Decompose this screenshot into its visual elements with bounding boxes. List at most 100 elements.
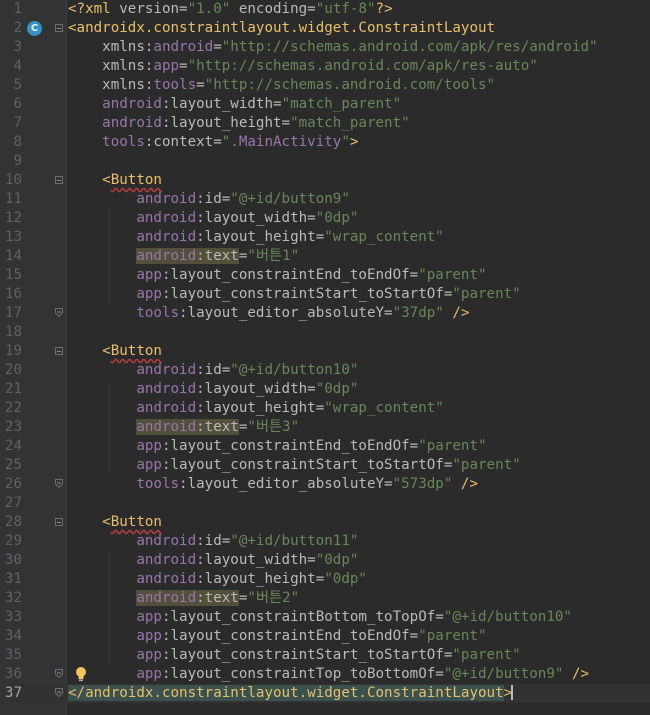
code-line[interactable]: 36 app:layout_constraintTop_toBottomOf="…: [0, 665, 650, 684]
code-token: ?>: [375, 1, 393, 17]
fold-collapse-icon[interactable]: [55, 24, 63, 32]
fold-end-icon[interactable]: [55, 479, 63, 488]
code-line[interactable]: 21 android:layout_width="0dp": [0, 380, 650, 399]
code-line[interactable]: 1 <?xml version="1.0" encoding="utf-8"?>: [0, 0, 650, 19]
code-text[interactable]: tools:context=".MainActivity">: [68, 133, 358, 152]
code-token: android: [136, 590, 197, 606]
code-line[interactable]: 3 xmlns:android="http://schemas.android.…: [0, 38, 650, 57]
code-line[interactable]: 31 android:layout_height="0dp": [0, 570, 650, 589]
code-token: :text: [196, 590, 239, 606]
fold-collapse-icon[interactable]: [55, 518, 63, 526]
fold-end-icon[interactable]: [55, 669, 63, 678]
code-text[interactable]: android:layout_width="match_parent": [68, 95, 401, 114]
code-line[interactable]: 19 <Button: [0, 342, 650, 361]
code-line[interactable]: 15 app:layout_constraintEnd_toEndOf="par…: [0, 266, 650, 285]
code-text[interactable]: <Button: [68, 513, 162, 532]
code-line[interactable]: 2 <androidx.constraintlayout.widget.Const…: [0, 19, 650, 38]
code-text[interactable]: android:id="@+id/button10": [68, 361, 358, 380]
lightbulb-icon[interactable]: [75, 666, 87, 683]
code-text[interactable]: app:layout_constraintStart_toStartOf="pa…: [68, 456, 520, 475]
code-text[interactable]: android:layout_height="wrap_content": [68, 228, 444, 247]
code-text[interactable]: android:layout_width="0dp": [68, 380, 358, 399]
class-gutter-icon[interactable]: C: [27, 21, 42, 36]
code-line[interactable]: 35 app:layout_constraintStart_toStartOf=…: [0, 646, 650, 665]
code-line[interactable]: 22 android:layout_height="wrap_content": [0, 399, 650, 418]
code-text[interactable]: <androidx.constraintlayout.widget.Constr…: [68, 19, 495, 38]
code-text[interactable]: android:text="버튼3": [68, 418, 299, 437]
code-text[interactable]: app:layout_constraintEnd_toEndOf="parent…: [68, 266, 486, 285]
fold-collapse-icon[interactable]: [55, 347, 63, 355]
code-text[interactable]: android:id="@+id/button9": [68, 190, 350, 209]
code-line[interactable]: 13 android:layout_height="wrap_content": [0, 228, 650, 247]
code-line[interactable]: 12 android:layout_width="0dp": [0, 209, 650, 228]
code-line[interactable]: 17 tools:layout_editor_absoluteY="37dp" …: [0, 304, 650, 323]
code-line[interactable]: 24 app:layout_constraintEnd_toEndOf="par…: [0, 437, 650, 456]
code-text[interactable]: android:layout_height="match_parent": [68, 114, 410, 133]
code-line[interactable]: 16 app:layout_constraintStart_toStartOf=…: [0, 285, 650, 304]
code-line[interactable]: 37 </androidx.constraintlayout.widget.Con…: [0, 684, 650, 703]
code-line[interactable]: 25 app:layout_constraintStart_toStartOf=…: [0, 456, 650, 475]
code-line[interactable]: 23 android:text="버튼3": [0, 418, 650, 437]
code-text[interactable]: app:layout_constraintStart_toStartOf="pa…: [68, 646, 520, 665]
code-text[interactable]: android:layout_width="0dp": [68, 209, 358, 228]
code-line[interactable]: 8 tools:context=".MainActivity">: [0, 133, 650, 152]
code-text[interactable]: app:layout_constraintStart_toStartOf="pa…: [68, 285, 520, 304]
code-text[interactable]: android:layout_height="wrap_content": [68, 399, 444, 418]
code-text[interactable]: android:layout_width="0dp": [68, 551, 358, 570]
code-text[interactable]: android:layout_height="0dp": [68, 570, 367, 589]
code-line[interactable]: 27: [0, 494, 650, 513]
code-token: xmlns:: [68, 77, 154, 93]
code-token: Button: [110, 172, 162, 188]
code-text[interactable]: app:layout_constraintBottom_toTopOf="@+i…: [68, 608, 572, 627]
code-line[interactable]: 30 android:layout_width="0dp": [0, 551, 650, 570]
code-line[interactable]: 6 android:layout_width="match_parent": [0, 95, 650, 114]
code-text[interactable]: tools:layout_editor_absoluteY="573dp" />: [68, 475, 478, 494]
code-text[interactable]: <?xml version="1.0" encoding="utf-8"?>: [68, 0, 393, 19]
code-token: :layout_constraintEnd_toEndOf=: [161, 267, 419, 283]
code-line[interactable]: 29 android:id="@+id/button11": [0, 532, 650, 551]
line-number: 31: [4, 571, 22, 587]
code-token: xmlns:: [68, 58, 154, 74]
code-text[interactable]: xmlns:tools="http://schemas.android.com/…: [68, 76, 495, 95]
code-line[interactable]: 4 xmlns:app="http://schemas.android.com/…: [0, 57, 650, 76]
code-line[interactable]: 34 app:layout_constraintEnd_toEndOf="par…: [0, 627, 650, 646]
code-text[interactable]: android:id="@+id/button11": [68, 532, 358, 551]
code-line[interactable]: 9: [0, 152, 650, 171]
code-text[interactable]: </androidx.constraintlayout.widget.Const…: [68, 684, 514, 703]
line-number: 11: [4, 191, 22, 207]
code-token: :layout_constraintBottom_toTopOf=: [161, 609, 444, 625]
code-line[interactable]: 5 xmlns:tools="http://schemas.android.co…: [0, 76, 650, 95]
line-number: 36: [4, 666, 22, 682]
code-line[interactable]: 20 android:id="@+id/button10": [0, 361, 650, 380]
code-line[interactable]: 10 <Button: [0, 171, 650, 190]
code-line[interactable]: 33 app:layout_constraintBottom_toTopOf="…: [0, 608, 650, 627]
code-text[interactable]: app:layout_constraintEnd_toEndOf="parent…: [68, 627, 486, 646]
code-token: :id=: [196, 362, 231, 378]
code-text[interactable]: xmlns:android="http://schemas.android.co…: [68, 38, 597, 57]
code-line[interactable]: 11 android:id="@+id/button9": [0, 190, 650, 209]
code-line[interactable]: 28 <Button: [0, 513, 650, 532]
code-line[interactable]: 7 android:layout_height="match_parent": [0, 114, 650, 133]
code-text[interactable]: <Button: [68, 171, 162, 190]
code-line[interactable]: 26 tools:layout_editor_absoluteY="573dp"…: [0, 475, 650, 494]
code-editor[interactable]: 1 <?xml version="1.0" encoding="utf-8"?> 2…: [0, 0, 650, 715]
code-text[interactable]: tools:layout_editor_absoluteY="37dp" />: [68, 304, 469, 323]
code-line[interactable]: 18: [0, 323, 650, 342]
code-text[interactable]: app:layout_constraintEnd_toEndOf="parent…: [68, 437, 486, 456]
line-number: 2: [13, 20, 22, 36]
code-line[interactable]: 32 android:text="버튼2": [0, 589, 650, 608]
code-text[interactable]: xmlns:app="http://schemas.android.com/ap…: [68, 57, 538, 76]
fold-end-icon[interactable]: [55, 308, 63, 317]
line-number: 6: [13, 96, 22, 112]
code-text[interactable]: android:text="버튼2": [68, 589, 299, 608]
code-text[interactable]: app:layout_constraintTop_toBottomOf="@+i…: [68, 665, 589, 684]
code-token: :layout_constraintStart_toStartOf=: [161, 286, 453, 302]
line-number: 25: [4, 457, 22, 473]
code-text[interactable]: android:text="버튼1": [68, 247, 299, 266]
code-line[interactable]: 14 android:text="버튼1": [0, 247, 650, 266]
code-text[interactable]: <Button: [68, 342, 162, 361]
fold-end-icon[interactable]: [55, 688, 63, 697]
line-number: 3: [13, 39, 22, 55]
fold-collapse-icon[interactable]: [55, 176, 63, 184]
code-token: "0dp": [324, 571, 367, 587]
